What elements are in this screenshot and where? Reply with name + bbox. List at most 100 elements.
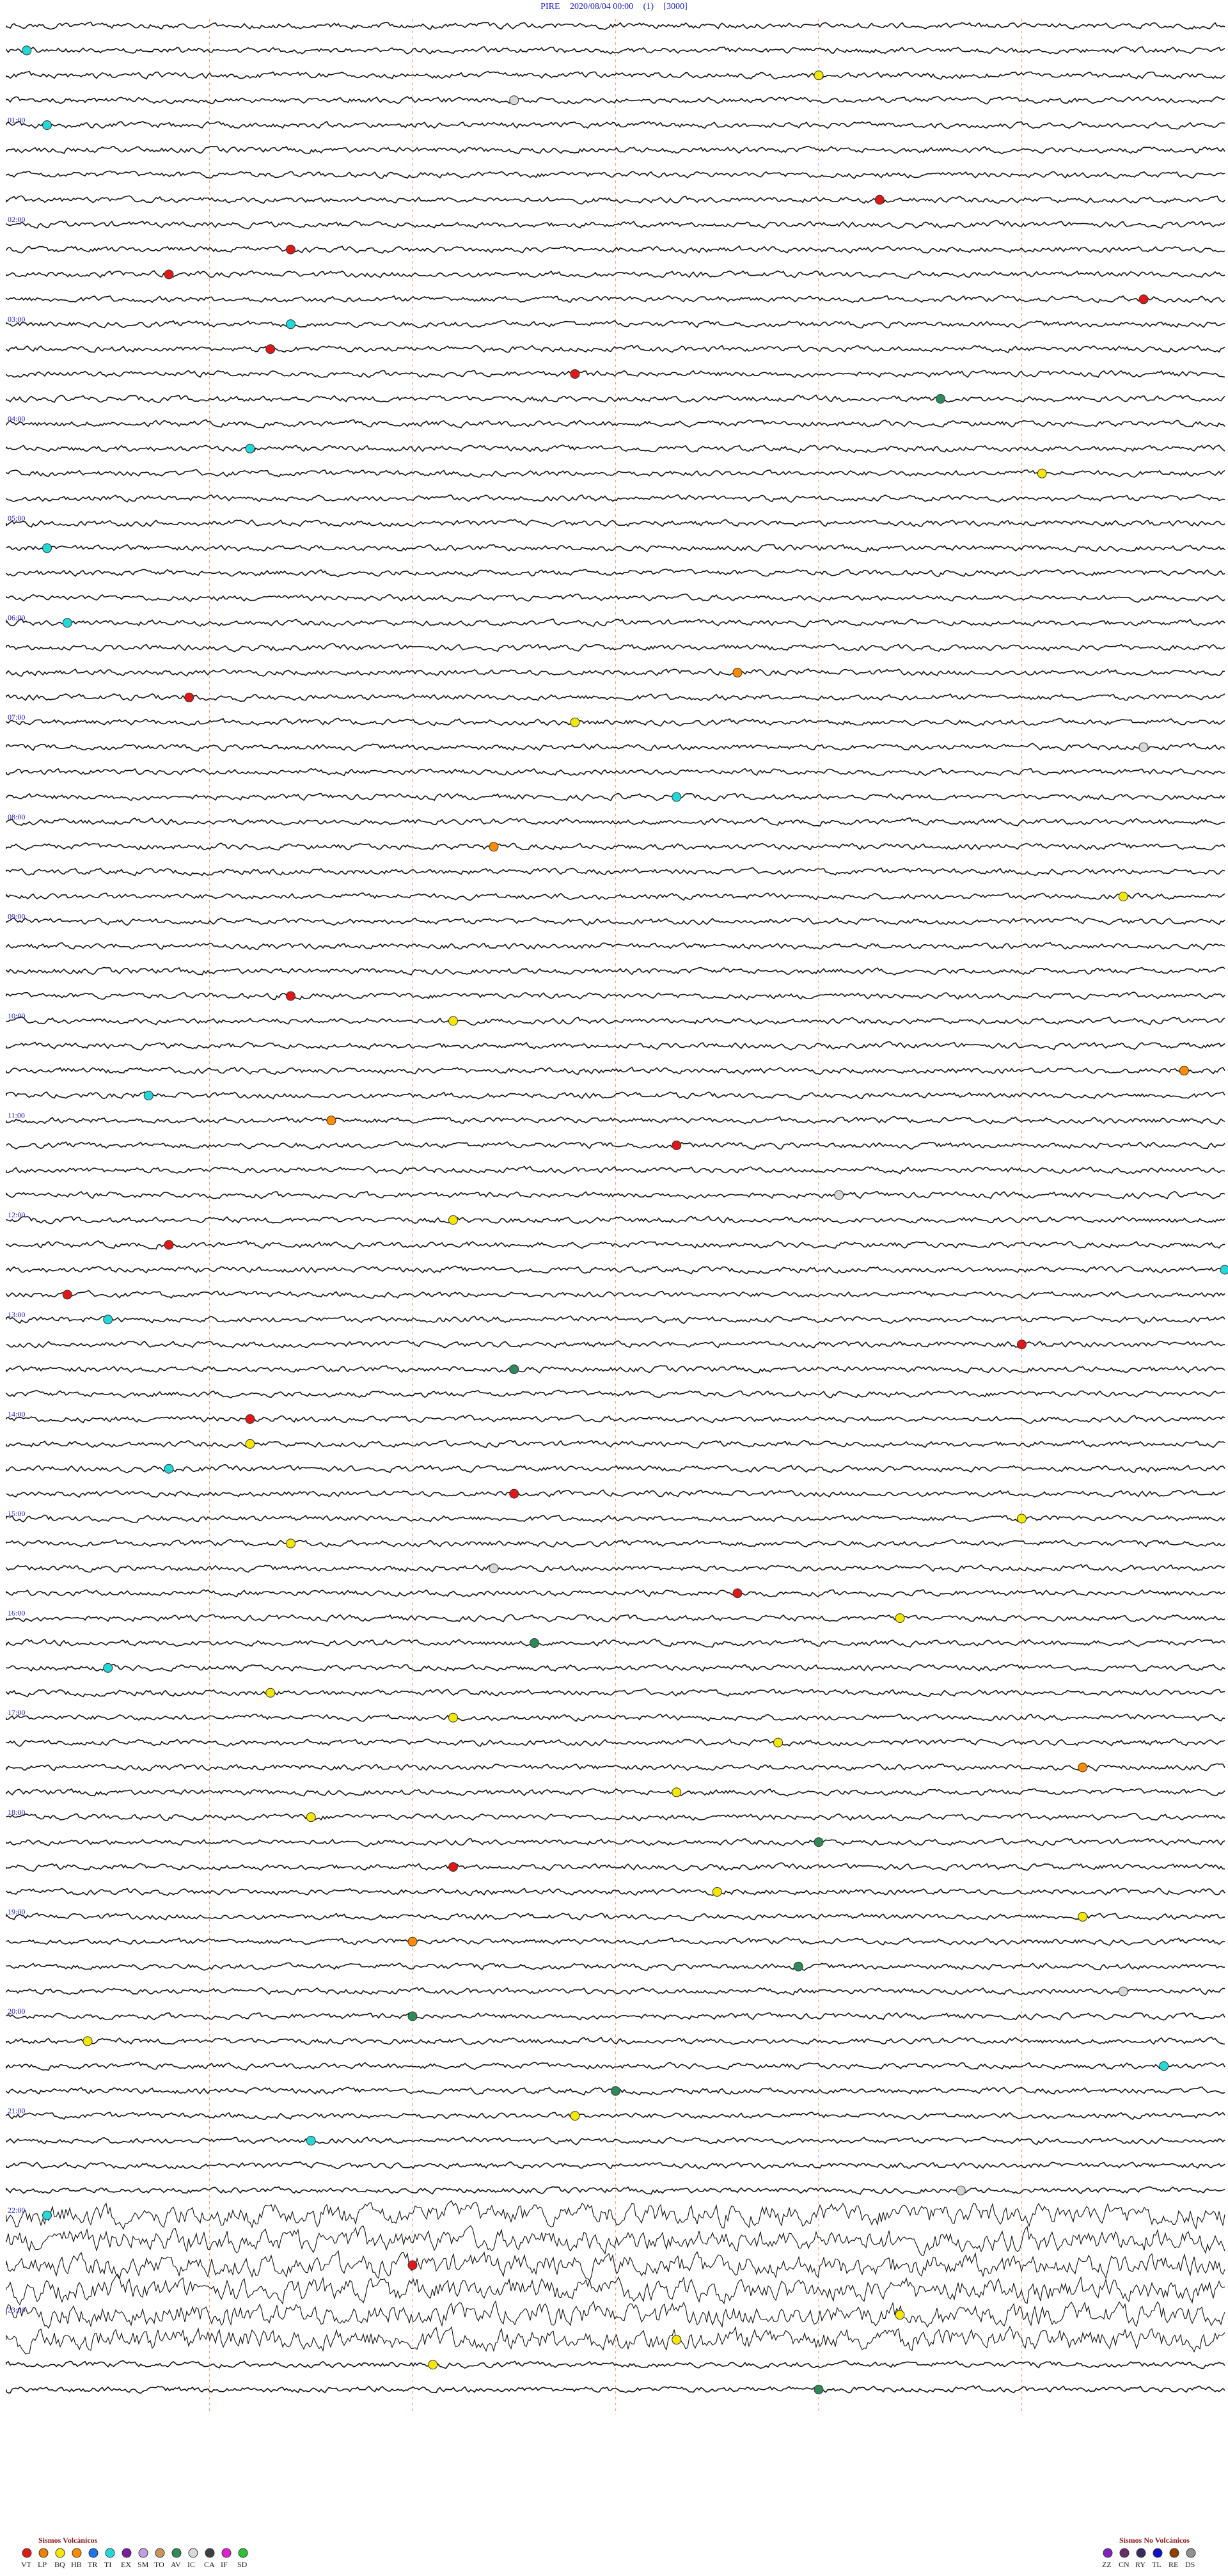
event-marker-bq [895, 2310, 905, 2320]
event-marker-ic [1138, 742, 1149, 752]
legend-code-if: IF [221, 2560, 228, 2569]
legend-code-ex: EX [121, 2560, 131, 2569]
event-marker-bq [428, 2360, 438, 2370]
legend-swatch-cn [1119, 2548, 1130, 2558]
legend-code-cn: CN [1119, 2560, 1130, 2569]
event-marker-bq [286, 1538, 295, 1549]
hour-label: 01:00 [8, 116, 25, 125]
event-marker-vt [732, 1588, 743, 1599]
legend-nonvolcanic-title: Sismos No Volcánicos [1119, 2536, 1190, 2545]
event-marker-ti [143, 1091, 154, 1101]
event-marker-vt [874, 194, 885, 205]
legend-swatch-ti [105, 2548, 115, 2558]
hour-labels: 01:00 02:00 03:00 04:00 05:00 06:00 07:00 08:00… [8, 116, 25, 2314]
event-marker-ti [42, 543, 52, 553]
legend-code-to: TO [154, 2560, 164, 2569]
hour-label: 02:00 [8, 215, 25, 224]
event-marker-ti [103, 1663, 113, 1673]
event-marker-hb [732, 667, 743, 677]
legend-swatch-bq [55, 2548, 65, 2558]
legend-code-sd: SD [237, 2560, 248, 2569]
hour-label: 04:00 [8, 414, 25, 423]
hour-label: 18:00 [8, 1808, 25, 1817]
event-marker-vt [164, 1240, 174, 1250]
event-marker-ti [164, 1464, 174, 1474]
event-marker-bq [672, 2335, 682, 2345]
hour-label: 05:00 [8, 514, 25, 523]
trace-line [6, 1713, 1225, 1722]
legend-swatch-tr [88, 2548, 98, 2558]
legend-swatch-ex [122, 2548, 132, 2558]
hour-label: 22:00 [8, 2206, 25, 2215]
legend-code-tl: TL [1152, 2560, 1161, 2569]
event-marker-vt [286, 991, 295, 1001]
event-marker-ti [1159, 2061, 1169, 2071]
trace-line [6, 1962, 1225, 1971]
event-legend: Sismos Volcánicos VT LP BQ HB TR TI EX SM TO AV IC C… [21, 2536, 1196, 2569]
event-marker-av [509, 1364, 519, 1375]
hour-label: 11:00 [8, 1111, 25, 1120]
event-marker-ti [42, 2210, 52, 2220]
event-marker-bq [1017, 1513, 1027, 1524]
trace-line [6, 568, 1225, 578]
legend-swatch-lp [38, 2548, 49, 2558]
legend-code-sm: SM [138, 2560, 149, 2569]
legend-code-zz: ZZ [1102, 2560, 1112, 2569]
event-marker-vt [570, 369, 580, 379]
event-marker-av [611, 2086, 620, 2096]
trace-line [6, 96, 1225, 105]
event-marker-vt [164, 269, 174, 280]
legend-code-ds: DS [1185, 2560, 1195, 2569]
event-marker-vt [286, 244, 295, 255]
event-marker-vt [62, 1290, 72, 1300]
event-marker-bq [570, 2111, 580, 2121]
event-marker-bq [448, 1712, 458, 1723]
event-marker-ic [1118, 1986, 1128, 1996]
legend-code-hb: HB [71, 2560, 82, 2569]
legend-code-ca: CA [204, 2560, 215, 2569]
hour-label: 03:00 [8, 315, 25, 324]
event-marker-bq [1078, 1911, 1088, 1922]
event-marker-bq [773, 1737, 783, 1748]
event-marker-bq [83, 2036, 93, 2046]
event-marker-av [814, 2385, 824, 2394]
event-marker-bq [245, 1439, 255, 1449]
event-marker-ti [62, 618, 72, 628]
event-marker-vt [407, 2260, 418, 2270]
legend-code-re: RE [1169, 2560, 1178, 2569]
event-marker-ti [42, 120, 52, 130]
legend-swatch-hb [72, 2548, 82, 2558]
legend-swatch-if [221, 2548, 232, 2558]
event-marker-ic [834, 1190, 844, 1200]
event-marker-ti [286, 319, 295, 329]
event-marker-vt [672, 1141, 682, 1150]
hour-label: 15:00 [8, 1509, 25, 1518]
event-marker-hb [1078, 1762, 1088, 1773]
legend-swatch-av [171, 2548, 182, 2558]
event-marker-ti [1220, 1265, 1228, 1275]
event-marker-ic [956, 2185, 966, 2195]
event-marker-av [407, 2011, 418, 2021]
hour-label: 23:00 [8, 2305, 25, 2314]
legend-code-av: AV [171, 2560, 181, 2569]
hour-label: 06:00 [8, 613, 25, 622]
event-marker-vt [265, 344, 276, 354]
legend-code-ic: IC [187, 2560, 195, 2569]
legend-code-bq: BQ [54, 2560, 65, 2569]
hour-label: 10:00 [8, 1011, 25, 1020]
legend-swatch-re [1169, 2548, 1179, 2558]
event-marker-ic [509, 95, 519, 106]
helicorder-plot: 01:00 02:00 03:00 04:00 05:00 06:00 07:00 08:00… [6, 19, 1228, 2569]
event-marker-vt [509, 1489, 519, 1499]
event-marker-ti [22, 45, 32, 56]
legend-code-vt: VT [21, 2560, 32, 2569]
trace-line [6, 892, 1225, 901]
event-marker-hb [407, 1936, 418, 1947]
trace-line [6, 867, 1225, 876]
event-marker-av [814, 1837, 824, 1847]
minute-gridlines [209, 19, 1023, 2415]
event-marker-ti [672, 792, 682, 802]
legend-swatch-to [155, 2548, 165, 2558]
event-marker-hb [1179, 1066, 1189, 1076]
event-marker-ti [103, 1315, 113, 1325]
